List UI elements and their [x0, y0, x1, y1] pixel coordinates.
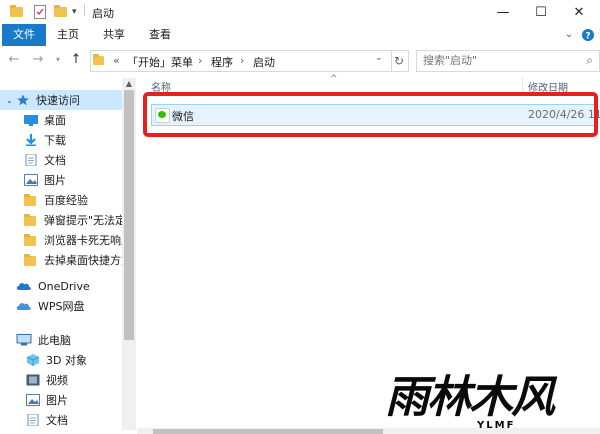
- search-input[interactable]: [423, 54, 573, 67]
- help-icon[interactable]: ?: [580, 24, 596, 46]
- sidebar-item-label: 百度经验: [44, 194, 88, 207]
- sidebar-item-label: 视频: [46, 374, 68, 387]
- chevron-down-icon[interactable]: ⌄: [6, 96, 14, 105]
- tab-home[interactable]: 主页: [50, 24, 86, 46]
- sidebar-item-videos[interactable]: 视频: [0, 370, 122, 390]
- picture-icon: [26, 394, 40, 406]
- refresh-icon[interactable]: ↻: [390, 50, 409, 72]
- breadcrumb-start-menu[interactable]: 「开始」菜单: [127, 54, 193, 70]
- folder-icon: [10, 4, 23, 20]
- navigation-pane: ⌄ 快速访问 桌面 📌 下载 📌 文档 📌 图片 📌 百度经验 弹窗提示"无法定…: [0, 78, 122, 434]
- sidebar-item-3d-objects[interactable]: 3D 对象: [0, 350, 122, 370]
- address-dropdown-icon[interactable]: ⌄: [375, 53, 383, 63]
- sidebar-item-label: 文档: [46, 414, 68, 427]
- chevron-down-icon[interactable]: ⌄: [562, 24, 576, 46]
- sidebar-item-label: 浏览器卡死无响应: [44, 234, 122, 247]
- scrollbar-thumb[interactable]: [124, 90, 134, 340]
- ribbon: 文件 主页 共享 查看 ⌄ ?: [0, 24, 600, 47]
- scrollbar-thumb[interactable]: [153, 429, 383, 434]
- sidebar-item-label: 图片: [46, 394, 68, 407]
- address-bar[interactable]: « 「开始」菜单 › 程序 › 启动 ⌄: [90, 50, 392, 72]
- sidebar-item-pc-documents[interactable]: 文档: [0, 410, 122, 430]
- sort-ascending-icon: ^: [330, 74, 338, 84]
- breadcrumb-startup[interactable]: 启动: [253, 54, 275, 70]
- sidebar-item-folder-1[interactable]: 百度经验: [0, 190, 122, 210]
- tab-share[interactable]: 共享: [96, 24, 132, 46]
- sidebar-item-label: 图片: [44, 174, 66, 187]
- sidebar-item-pc-pictures[interactable]: 图片: [0, 390, 122, 410]
- column-header-date[interactable]: 修改日期: [528, 79, 568, 94]
- folder-icon: [93, 54, 104, 68]
- search-box[interactable]: ⌕: [416, 50, 600, 72]
- folder-icon: [24, 254, 38, 266]
- sidebar-item-folder-3[interactable]: 浏览器卡死无响应: [0, 230, 122, 250]
- sidebar-item-folder-4[interactable]: 去掉桌面快捷方式: [0, 250, 122, 270]
- cloud-icon: [16, 303, 31, 310]
- minimize-button[interactable]: —: [484, 0, 522, 24]
- document-icon: [27, 414, 39, 426]
- sidebar-item-this-pc[interactable]: 此电脑: [0, 330, 122, 350]
- sidebar-item-downloads[interactable]: 下载 📌: [0, 130, 122, 150]
- sidebar-item-quick-access[interactable]: ⌄ 快速访问: [0, 90, 122, 110]
- customize-toolbar-icon[interactable]: ▾: [72, 4, 77, 20]
- search-icon[interactable]: ⌕: [586, 53, 593, 68]
- sidebar-item-documents[interactable]: 文档 📌: [0, 150, 122, 170]
- watermark-logo: 雨林木风 YLMF: [385, 374, 595, 434]
- window-title: 启动: [92, 7, 114, 20]
- breadcrumb-separator[interactable]: ›: [240, 54, 244, 67]
- picture-icon: [24, 174, 38, 186]
- sidebar-item-onedrive[interactable]: OneDrive: [0, 276, 122, 296]
- properties-icon[interactable]: [34, 4, 46, 20]
- sidebar-item-wps-drive[interactable]: WPS网盘: [0, 296, 122, 316]
- new-folder-icon[interactable]: [54, 4, 67, 20]
- maximize-button[interactable]: ☐: [522, 0, 560, 24]
- sidebar-item-label: OneDrive: [38, 279, 90, 293]
- video-icon: [26, 374, 40, 386]
- back-arrow-icon[interactable]: ←: [6, 52, 22, 68]
- desktop-icon: [24, 115, 38, 126]
- sidebar-item-label: WPS网盘: [38, 300, 85, 313]
- folder-icon: [24, 214, 38, 226]
- download-icon: [26, 134, 36, 146]
- title-divider: [84, 4, 85, 16]
- tab-file[interactable]: 文件: [2, 24, 46, 46]
- breadcrumb-overflow[interactable]: «: [113, 54, 120, 67]
- sidebar-item-label: 此电脑: [38, 334, 71, 347]
- close-button[interactable]: ✕: [560, 0, 598, 24]
- 3d-objects-icon: [26, 354, 40, 366]
- star-icon: [17, 94, 29, 106]
- cloud-icon: [16, 283, 31, 290]
- document-icon: [25, 154, 37, 166]
- tab-view[interactable]: 查看: [142, 24, 178, 46]
- svg-text:?: ?: [585, 32, 590, 42]
- breadcrumb-separator[interactable]: ›: [198, 54, 202, 67]
- watermark-text: 雨林木风: [385, 372, 555, 423]
- folder-icon: [24, 194, 38, 206]
- sidebar-item-label: 弹窗提示"无法定: [44, 214, 122, 227]
- highlight-box: [143, 92, 598, 137]
- sidebar-item-desktop[interactable]: 桌面 📌: [0, 110, 122, 130]
- sidebar-item-label: 文档: [44, 154, 66, 167]
- column-header-name[interactable]: 名称: [151, 79, 171, 94]
- sidebar-item-label: 去掉桌面快捷方式: [44, 254, 122, 267]
- watermark-subtext: YLMF: [477, 420, 516, 431]
- computer-icon: [16, 334, 32, 346]
- sidebar-item-folder-2[interactable]: 弹窗提示"无法定: [0, 210, 122, 230]
- scroll-up-icon[interactable]: ▲: [122, 78, 136, 90]
- title-bar: ▾ 启动 — ☐ ✕: [0, 0, 600, 24]
- sidebar-item-label: 3D 对象: [46, 354, 87, 367]
- folder-icon: [24, 234, 38, 246]
- forward-arrow-icon[interactable]: →: [30, 52, 46, 68]
- sidebar-item-label: 桌面: [44, 114, 66, 127]
- sidebar-scrollbar[interactable]: ▲: [122, 78, 136, 430]
- recent-locations-icon[interactable]: ▾: [50, 52, 66, 68]
- sidebar-item-label: 快速访问: [36, 94, 80, 107]
- sidebar-item-label: 下载: [44, 134, 66, 147]
- up-arrow-icon[interactable]: ↑: [68, 52, 84, 68]
- breadcrumb-programs[interactable]: 程序: [211, 54, 233, 70]
- sidebar-item-pictures[interactable]: 图片 📌: [0, 170, 122, 190]
